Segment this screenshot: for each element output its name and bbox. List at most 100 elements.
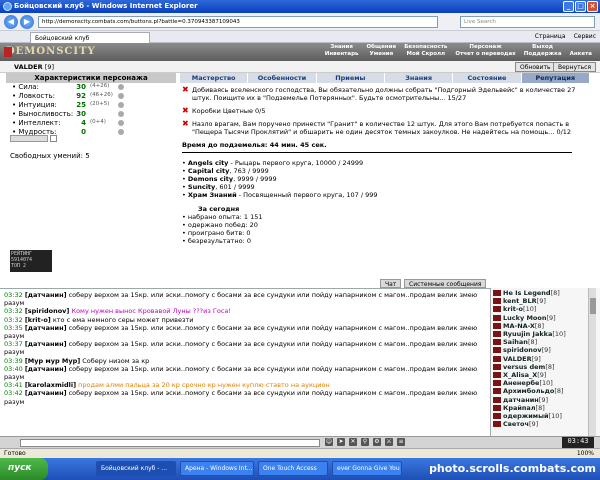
taskbar-item[interactable]: Бойцовский клуб - ...: [96, 461, 176, 476]
online-user[interactable]: kent_BLR[9]: [493, 297, 598, 305]
url-input[interactable]: http://demonscity.combats.com/buttons.pl…: [38, 16, 438, 28]
chat-nick[interactable]: [Мур мур Мур]: [25, 357, 80, 365]
tab-features[interactable]: Особенности: [248, 73, 317, 83]
plus-icon[interactable]: [118, 129, 124, 135]
character-name[interactable]: VALDER [9]: [14, 63, 54, 71]
nav-character[interactable]: Персонаж: [455, 44, 515, 50]
chat-nick[interactable]: [датчанин]: [25, 324, 67, 332]
city-reputation: • Храм Знаний - Посвященный первого круг…: [182, 191, 378, 199]
page-menu[interactable]: Страница: [535, 33, 566, 40]
cancel-quest-icon[interactable]: ✖: [182, 86, 189, 94]
clan-icon: [493, 363, 501, 370]
plus-icon[interactable]: [118, 93, 124, 99]
chat-nick[interactable]: [датчанин]: [25, 340, 67, 348]
chat-nick[interactable]: [spiridonov]: [25, 307, 70, 315]
nav-chat[interactable]: Общение: [366, 44, 396, 50]
fight-icon[interactable]: ⚔: [385, 438, 393, 446]
nav-transfers[interactable]: Отчет о переводах: [455, 51, 515, 57]
tab-knowledge[interactable]: Знания: [385, 73, 454, 83]
back-arrow-icon[interactable]: ◀: [4, 15, 18, 29]
plus-icon[interactable]: [118, 120, 124, 126]
close-icon[interactable]: ×: [587, 1, 598, 12]
online-list: He Is Legend[8] kent_BLR[9] krit-o[10] Luck…: [490, 288, 600, 436]
chat-input[interactable]: [20, 439, 320, 447]
online-user[interactable]: Светоч[9]: [493, 420, 598, 428]
chat-message: 03:32 [датчанин] соберу верхом за 15кр. …: [4, 291, 478, 308]
online-user[interactable]: Аненербе[10]: [493, 379, 598, 387]
nav-skills[interactable]: Умения: [366, 51, 396, 57]
nav-inventory[interactable]: Инвентарь: [325, 51, 359, 57]
nav-scroll[interactable]: Мой Скролл: [404, 51, 447, 57]
game-clock: 03:43: [562, 437, 594, 448]
chat-message: 03:32 [spiridonov] Кому нужен вынос Кров…: [4, 307, 231, 316]
tab-system-messages[interactable]: Системные сообщения: [404, 279, 487, 288]
stats-panel: Характеристики персонажа • Сила: 30 (4+2…: [6, 73, 176, 273]
online-user[interactable]: Ryuujin Jakka[10]: [493, 330, 598, 338]
nav-security[interactable]: Безопасность: [404, 44, 447, 50]
online-user[interactable]: spiridonov[9]: [493, 346, 598, 354]
filter-icon[interactable]: ⚲: [361, 438, 369, 446]
tab-reputation[interactable]: Репутация: [521, 73, 590, 83]
plus-icon[interactable]: [118, 84, 124, 90]
clan-icon: [493, 298, 501, 305]
chat-nick[interactable]: [karolaxmidli]: [25, 381, 76, 389]
tab-chat[interactable]: Чат: [380, 279, 402, 288]
start-button[interactable]: пуск: [0, 458, 48, 480]
online-user[interactable]: X_Alisa_X[9]: [493, 371, 598, 379]
reputation-content: ✖ Добиваясь вселенского господства, Вы о…: [182, 86, 592, 266]
cancel-quest-icon[interactable]: ✖: [182, 120, 189, 128]
search-input[interactable]: Live Search: [460, 16, 595, 28]
online-user[interactable]: VALDER[9]: [493, 355, 598, 363]
maximize-icon[interactable]: □: [575, 1, 586, 12]
send-icon[interactable]: ➤: [337, 438, 345, 446]
chat-nick[interactable]: [krit-o]: [25, 316, 51, 324]
smile-icon[interactable]: ☺: [325, 438, 333, 446]
browser-tab[interactable]: Бойцовский клуб: [30, 32, 150, 43]
minimize-icon[interactable]: _: [563, 1, 574, 12]
taskbar-item[interactable]: ever Gonna Give You ...: [332, 461, 402, 476]
online-user[interactable]: Архимбольдо[8]: [493, 387, 598, 395]
chat-message: 03:37 [датчанин] соберу верхом за 15кр. …: [4, 340, 478, 357]
online-user[interactable]: krit-o[10]: [493, 305, 598, 313]
apply-button[interactable]: [10, 135, 48, 142]
taskbar-item[interactable]: Арена - Windows Int...: [180, 461, 254, 476]
nav-exit[interactable]: Выход: [524, 44, 562, 50]
forward-arrow-icon[interactable]: ▶: [20, 15, 34, 29]
plus-icon[interactable]: [118, 102, 124, 108]
online-user[interactable]: Крайпал[8]: [493, 404, 598, 412]
list-icon[interactable]: ≡: [397, 438, 405, 446]
tab-techniques[interactable]: Приемы: [317, 73, 385, 83]
plus-icon[interactable]: [118, 111, 124, 117]
zoom-level[interactable]: 100%: [577, 450, 594, 457]
nav-blank: [570, 44, 592, 50]
online-user[interactable]: Saihan[8]: [493, 338, 598, 346]
settings-icon[interactable]: ⚙: [373, 438, 381, 446]
tab-state[interactable]: Состояние: [453, 73, 522, 83]
cancel-quest-icon[interactable]: ✖: [182, 107, 189, 115]
nav-knowledge[interactable]: Знания: [325, 44, 359, 50]
online-scrollbar[interactable]: [588, 288, 596, 436]
online-user[interactable]: Lucky Moon[9]: [493, 314, 598, 322]
city-reputation: • Capital city, 763 / 9999: [182, 167, 269, 175]
online-user[interactable]: MA-NA-X[8]: [493, 322, 598, 330]
online-user[interactable]: versus dem[8]: [493, 363, 598, 371]
nav-support[interactable]: Поддержка: [524, 51, 562, 57]
clear-icon[interactable]: ✕: [349, 438, 357, 446]
taskbar-item[interactable]: One Touch Access: [258, 461, 328, 476]
chat-nick[interactable]: [датчанин]: [25, 291, 67, 299]
chat-nick[interactable]: [датчанин]: [25, 365, 67, 373]
today-stat: • набрано опыта: 1 151: [182, 213, 263, 221]
chat-nick[interactable]: [датчанин]: [25, 389, 67, 397]
online-user[interactable]: He Is Legend[8]: [493, 289, 598, 297]
nav-profile[interactable]: Анкета: [570, 51, 592, 57]
chat-message: 03:32 [krit-o] кто с ема немного серы мо…: [4, 315, 194, 324]
refresh-button[interactable]: Обновить: [515, 62, 556, 72]
taskbar: пуск Бойцовский клуб - ... Арена - Windo…: [0, 458, 600, 480]
tools-menu[interactable]: Сервис: [574, 33, 596, 40]
tab-mastery[interactable]: Мастерство: [180, 73, 249, 83]
apply-checkbox[interactable]: [50, 135, 57, 142]
return-button[interactable]: Вернуться: [553, 62, 597, 72]
online-user[interactable]: датчанин[9]: [493, 396, 598, 404]
online-user[interactable]: одержимый[10]: [493, 412, 598, 420]
quest-item: ✖ Добиваясь вселенского господства, Вы о…: [182, 85, 576, 103]
